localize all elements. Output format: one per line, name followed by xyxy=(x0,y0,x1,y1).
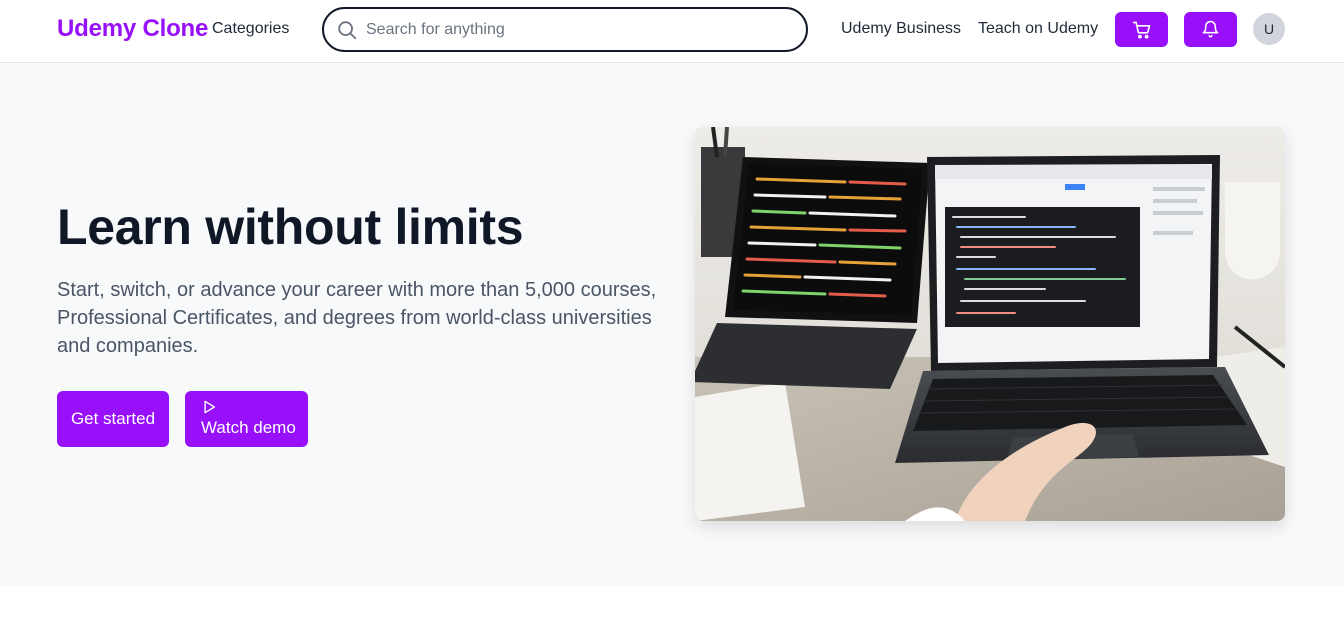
laptop-illustration xyxy=(695,127,1285,521)
site-logo[interactable]: Udemy Clone xyxy=(57,15,208,43)
teach-on-udemy-link[interactable]: Teach on Udemy xyxy=(978,20,1098,38)
categories-menu[interactable]: Categories xyxy=(212,20,289,38)
top-navbar: Udemy Clone Categories Udemy Business Te… xyxy=(0,0,1344,63)
search-icon xyxy=(338,21,357,40)
user-avatar[interactable]: U xyxy=(1253,13,1285,45)
hero-image xyxy=(695,127,1285,521)
search-bar[interactable] xyxy=(322,7,808,52)
hero-section: Learn without limits Start, switch, or a… xyxy=(0,63,1344,585)
bell-icon xyxy=(1202,20,1219,38)
udemy-business-link[interactable]: Udemy Business xyxy=(841,20,961,38)
get-started-button[interactable]: Get started xyxy=(57,391,169,447)
hero-title: Learn without limits xyxy=(57,199,524,255)
notifications-button[interactable] xyxy=(1184,12,1237,47)
hero-subtitle: Start, switch, or advance your career wi… xyxy=(57,279,657,357)
search-input[interactable] xyxy=(366,9,786,50)
get-started-label: Get started xyxy=(70,409,156,428)
watch-demo-label: Watch demo xyxy=(201,418,296,437)
watch-demo-button[interactable]: Watch demo xyxy=(185,391,308,447)
play-icon xyxy=(204,400,216,414)
shopping-cart-icon xyxy=(1132,21,1150,39)
cart-button[interactable] xyxy=(1115,12,1168,47)
